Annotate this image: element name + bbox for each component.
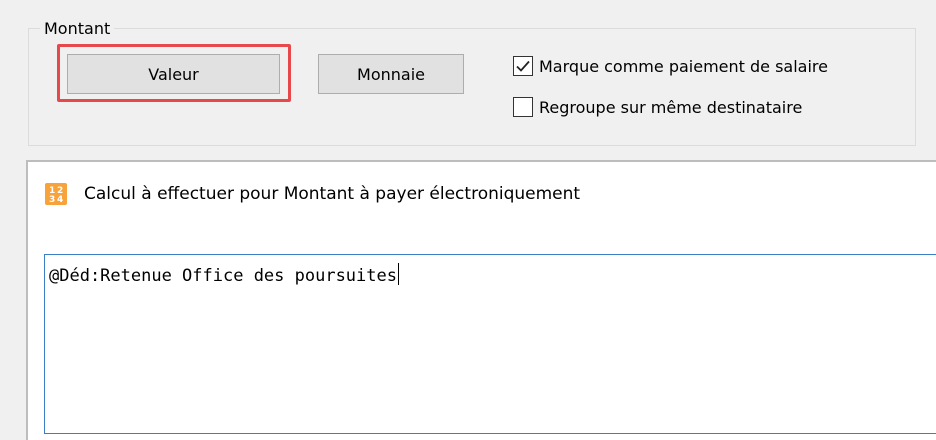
- formula-text: @Déd:Retenue Office des poursuites: [49, 266, 397, 286]
- formula-text-line: @Déd:Retenue Office des poursuites: [49, 263, 399, 286]
- calculator-icon: 1 2 3 4: [45, 183, 67, 205]
- group-recipient-checkbox-row[interactable]: Regroupe sur même destinataire: [513, 97, 802, 117]
- salary-payment-checkbox-row[interactable]: Marque comme paiement de salaire: [513, 56, 828, 76]
- checkmark-icon: [516, 60, 530, 72]
- valeur-button[interactable]: Valeur: [67, 54, 280, 94]
- monnaie-button[interactable]: Monnaie: [318, 54, 464, 94]
- salary-payment-checkbox-label: Marque comme paiement de salaire: [539, 56, 828, 76]
- calc-panel-title: 1 2 3 4 Calcul à effectuer pour Montant …: [44, 182, 580, 206]
- text-caret: [398, 263, 399, 285]
- formula-editor[interactable]: @Déd:Retenue Office des poursuites: [44, 254, 936, 434]
- group-recipient-checkbox[interactable]: [513, 97, 533, 117]
- salary-payment-checkbox[interactable]: [513, 56, 533, 76]
- calc-panel-title-text: Calcul à effectuer pour Montant à payer …: [84, 184, 581, 204]
- group-recipient-checkbox-label: Regroupe sur même destinataire: [539, 97, 803, 117]
- montant-group-legend: Montant: [40, 19, 115, 38]
- svg-text:3: 3: [49, 195, 55, 205]
- svg-text:4: 4: [57, 195, 63, 205]
- calc-panel: 1 2 3 4 Calcul à effectuer pour Montant …: [26, 160, 936, 440]
